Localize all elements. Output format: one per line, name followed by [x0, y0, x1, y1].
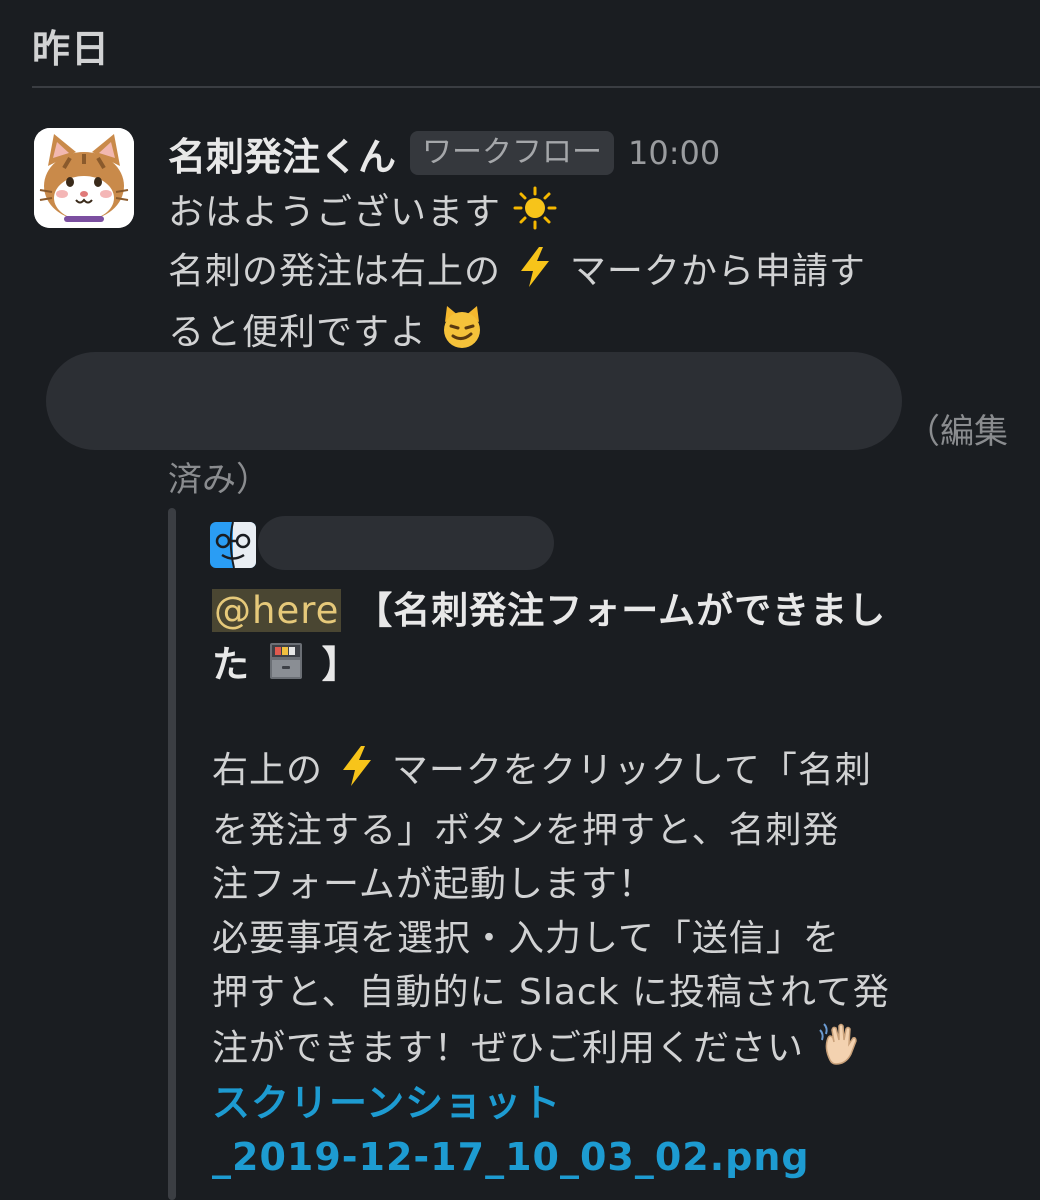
finder-icon: [210, 522, 256, 568]
message-line-2: 名刺の発注は右上の マークから申請す: [168, 245, 1013, 304]
quote-line-6: 注ができます！ぜひご利用ください: [212, 1020, 1012, 1082]
quote-author-avatar[interactable]: [210, 522, 256, 568]
file-cabinet-icon: [264, 639, 308, 698]
attachment-name-line-1[interactable]: スクリーンショット: [212, 1076, 1012, 1130]
message-line-1-text: おはようございます: [168, 192, 502, 233]
quote-line-3: 注フォームが起動します！: [212, 864, 655, 905]
message-body: おはようございます 名刺の発注は右上の マークから申請す ると便利ですよ: [168, 186, 1013, 365]
redacted-block: [46, 352, 902, 450]
workflow-badge: ワークフロー: [410, 131, 615, 175]
day-header: 昨日: [32, 27, 111, 71]
message-time[interactable]: 10:00: [628, 134, 720, 172]
quote-line-1: 右上の マークをクリックして「名刺: [212, 744, 1012, 804]
waving-hand-icon: [816, 1020, 862, 1082]
bot-avatar[interactable]: [34, 128, 134, 228]
message-line-1: おはようございます: [168, 186, 1013, 245]
quote-line-6-text: 注ができます！ぜひご利用ください: [212, 1028, 805, 1069]
quote-line-1a-text: 右上の: [212, 750, 324, 791]
quote-title-text-b: た: [212, 643, 250, 686]
lightning-icon: [513, 245, 557, 304]
message-header: 名刺発注くん ワークフロー 10:00: [168, 126, 720, 181]
attachment-name-line-2[interactable]: _2019-12-17_10_03_02.png: [212, 1130, 1012, 1184]
quote-title: @here 【名刺発注フォームができまし た 】: [212, 584, 1002, 698]
edited-label-2: 済み）: [168, 460, 270, 500]
message-line-2a-text: 名刺の発注は右上の: [168, 251, 502, 292]
here-mention[interactable]: @here: [212, 589, 342, 632]
quote-bar: [168, 508, 176, 1200]
cat-avatar-icon: [34, 128, 134, 228]
quote-line-5: 押すと、自動的に Slack に投稿されて発: [212, 972, 890, 1013]
quote-line-2: を発注する」ボタンを押すと、名刺発: [212, 810, 840, 851]
edited-label-1: （編集: [906, 412, 1008, 452]
quote-line-4: 必要事項を選択・入力して「送信」を: [212, 918, 840, 959]
quote-body: 右上の マークをクリックして「名刺 を発注する」ボタンを押すと、名刺発 注フォー…: [212, 744, 1012, 1082]
quote-line-1b-text: マークをクリックして「名刺: [391, 750, 872, 791]
message-line-3-text: ると便利ですよ: [168, 312, 428, 353]
sender-name[interactable]: 名刺発注くん: [168, 126, 396, 181]
attachment-link[interactable]: スクリーンショット _2019-12-17_10_03_02.png: [212, 1076, 1012, 1184]
redacted-author-name: [258, 516, 554, 570]
divider: [32, 86, 1040, 88]
message-line-2b-text: マークから申請す: [569, 251, 866, 292]
sun-icon: [513, 186, 557, 245]
quote-title-text-a: 【名刺発注フォームができまし: [355, 589, 887, 632]
quote-title-text-c: 】: [321, 643, 360, 686]
lightning-icon: [335, 744, 379, 804]
